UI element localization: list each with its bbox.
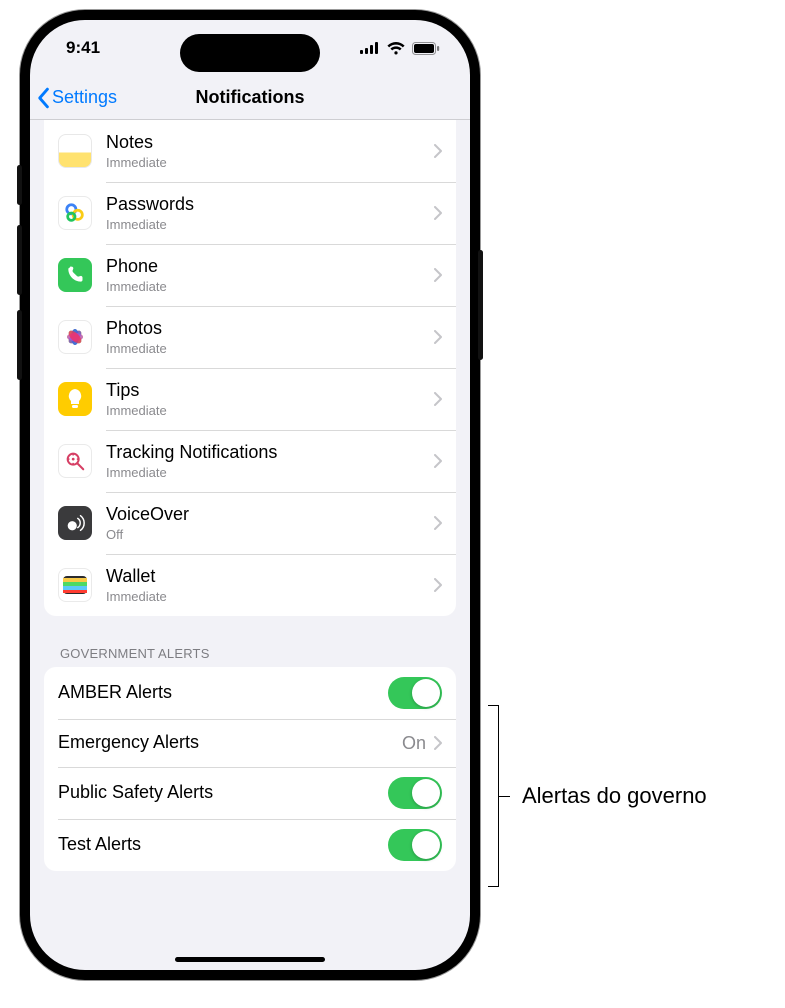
app-subtitle: Off [106, 527, 434, 542]
photos-icon [58, 320, 92, 354]
app-name: VoiceOver [106, 504, 434, 526]
app-subtitle: Immediate [106, 589, 434, 604]
alert-row-emergency-alerts[interactable]: Emergency AlertsOn [44, 719, 456, 767]
screen: 9:41 Settings Notifications NotesI [30, 20, 470, 970]
callout-label: Alertas do governo [522, 783, 707, 809]
app-name: Phone [106, 256, 434, 278]
row-text: TipsImmediate [106, 380, 434, 418]
status-time: 9:41 [66, 38, 100, 58]
phone-side-button [17, 165, 22, 205]
alert-row-amber-alerts[interactable]: AMBER Alerts [44, 667, 456, 719]
alert-label: Test Alerts [58, 834, 388, 856]
back-button[interactable]: Settings [30, 87, 117, 109]
alert-label: Emergency Alerts [58, 732, 402, 754]
home-indicator[interactable] [175, 957, 325, 962]
row-text: VoiceOverOff [106, 504, 434, 542]
row-text: Public Safety Alerts [58, 782, 388, 804]
section-header-government-alerts: GOVERNMENT ALERTS [30, 616, 470, 667]
alert-row-public-safety-alerts[interactable]: Public Safety Alerts [44, 767, 456, 819]
status-right [360, 42, 440, 55]
app-name: Wallet [106, 566, 434, 588]
callout-bracket: Alertas do governo [488, 700, 707, 892]
passwords-icon [58, 196, 92, 230]
alert-label: Public Safety Alerts [58, 782, 388, 804]
government-alerts-group: AMBER Alerts Emergency AlertsOn Public Saf… [44, 667, 456, 871]
app-name: Tracking Notifications [106, 442, 434, 464]
phone-volume-up [17, 225, 22, 295]
app-subtitle: Immediate [106, 341, 434, 356]
nav-bar: Settings Notifications [30, 76, 470, 120]
chevron-right-icon [434, 268, 442, 282]
chevron-right-icon [434, 144, 442, 158]
back-label: Settings [52, 87, 117, 108]
chevron-right-icon [434, 578, 442, 592]
wallet-icon [58, 568, 92, 602]
app-subtitle: Immediate [106, 403, 434, 418]
app-subtitle: Immediate [106, 155, 434, 170]
app-row-passwords[interactable]: PasswordsImmediate [44, 182, 456, 244]
bracket-icon [488, 700, 510, 892]
phone-frame: 9:41 Settings Notifications NotesI [20, 10, 480, 980]
row-text: PhotosImmediate [106, 318, 434, 356]
app-row-wallet[interactable]: WalletImmediate [44, 554, 456, 616]
chevron-right-icon [434, 206, 442, 220]
phone-power-button [478, 250, 483, 360]
notes-icon [58, 134, 92, 168]
app-name: Notes [106, 132, 434, 154]
app-notifications-group: NotesImmediatePasswordsImmediatePhoneImm… [44, 120, 456, 616]
app-subtitle: Immediate [106, 279, 434, 294]
toggle-switch[interactable] [388, 829, 442, 861]
row-text: PhoneImmediate [106, 256, 434, 294]
chevron-left-icon [36, 87, 50, 109]
app-row-tracking[interactable]: Tracking NotificationsImmediate [44, 430, 456, 492]
toggle-switch[interactable] [388, 677, 442, 709]
app-name: Tips [106, 380, 434, 402]
tracking-icon [58, 444, 92, 478]
alert-row-test-alerts[interactable]: Test Alerts [44, 819, 456, 871]
row-text: NotesImmediate [106, 132, 434, 170]
app-name: Photos [106, 318, 434, 340]
app-row-voiceover[interactable]: VoiceOverOff [44, 492, 456, 554]
row-text: PasswordsImmediate [106, 194, 434, 232]
row-text: Test Alerts [58, 834, 388, 856]
chevron-right-icon [434, 392, 442, 406]
toggle-switch[interactable] [388, 777, 442, 809]
alert-label: AMBER Alerts [58, 682, 388, 704]
chevron-right-icon [434, 736, 442, 750]
app-row-photos[interactable]: PhotosImmediate [44, 306, 456, 368]
app-name: Passwords [106, 194, 434, 216]
app-row-phone[interactable]: PhoneImmediate [44, 244, 456, 306]
tips-icon [58, 382, 92, 416]
app-row-notes[interactable]: NotesImmediate [44, 120, 456, 182]
app-subtitle: Immediate [106, 217, 434, 232]
phone-icon [58, 258, 92, 292]
row-value: On [402, 733, 426, 754]
app-subtitle: Immediate [106, 465, 434, 480]
app-row-tips[interactable]: TipsImmediate [44, 368, 456, 430]
dynamic-island [180, 34, 320, 72]
phone-volume-down [17, 310, 22, 380]
cellular-icon [360, 42, 380, 54]
battery-icon [412, 42, 440, 55]
content-scroll[interactable]: NotesImmediatePasswordsImmediatePhoneImm… [30, 120, 470, 970]
row-text: Emergency Alerts [58, 732, 402, 754]
chevron-right-icon [434, 330, 442, 344]
row-text: AMBER Alerts [58, 682, 388, 704]
chevron-right-icon [434, 454, 442, 468]
chevron-right-icon [434, 516, 442, 530]
wifi-icon [387, 42, 405, 55]
row-text: Tracking NotificationsImmediate [106, 442, 434, 480]
voiceover-icon [58, 506, 92, 540]
row-text: WalletImmediate [106, 566, 434, 604]
